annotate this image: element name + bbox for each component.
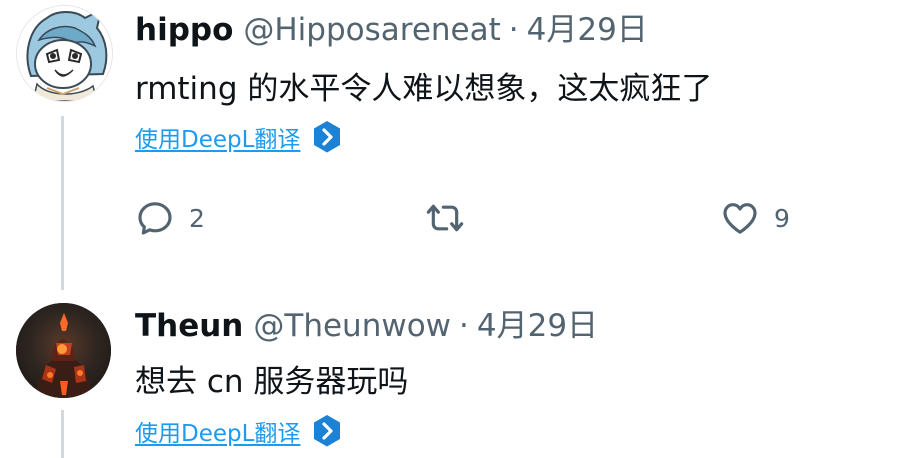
anime-character-avatar-icon	[17, 6, 112, 101]
tweet-header: hippo @Hipposareneat · 4月29日	[135, 8, 648, 52]
tweet-text: rmting 的水平令人难以想象，这太疯狂了	[135, 71, 713, 107]
thread-line	[61, 410, 64, 458]
avatar[interactable]	[16, 303, 111, 398]
retweet-icon	[426, 204, 464, 232]
translate-link[interactable]: 使用DeepL翻译	[135, 414, 300, 448]
translate-link[interactable]: 使用DeepL翻译	[135, 120, 300, 154]
tweet-date[interactable]: 4月29日	[527, 8, 648, 52]
deepl-icon[interactable]	[312, 120, 342, 154]
deepl-icon[interactable]	[312, 414, 342, 448]
thread-line	[61, 116, 64, 290]
display-name[interactable]: hippo	[135, 8, 233, 52]
tweet-header: Theun @Theunwow · 4月29日	[135, 304, 598, 348]
reply-button[interactable]: 2	[135, 195, 205, 241]
like-count: 9	[774, 203, 790, 233]
translate-row: 使用DeepL翻译	[135, 411, 342, 451]
tweet-text: 想去 cn 服务器玩吗	[135, 364, 409, 400]
retweet-button[interactable]	[425, 195, 479, 241]
separator-dot: ·	[508, 12, 519, 48]
action-bar: 2 9	[135, 195, 795, 241]
display-name[interactable]: Theun	[135, 304, 243, 348]
user-handle[interactable]: @Theunwow	[253, 304, 451, 348]
reply-icon	[138, 202, 172, 235]
user-handle[interactable]: @Hipposareneat	[243, 8, 500, 52]
separator-dot: ·	[459, 308, 469, 344]
reply-count: 2	[189, 203, 205, 233]
translate-row: 使用DeepL翻译	[135, 117, 342, 157]
dark-fire-figure-avatar-icon	[16, 303, 111, 398]
like-button[interactable]: 9	[720, 195, 790, 241]
like-icon	[723, 203, 757, 234]
avatar[interactable]	[16, 5, 113, 102]
tweet-date[interactable]: 4月29日	[477, 304, 598, 348]
